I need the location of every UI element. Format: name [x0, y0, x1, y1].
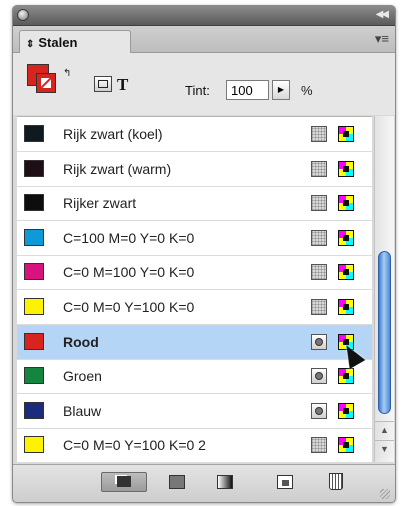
swatch-row[interactable]: Groen: [17, 359, 372, 395]
process-color-icon: [311, 229, 327, 246]
spot-color-icon: [311, 368, 327, 385]
swatch-row[interactable]: Rood: [17, 324, 372, 360]
tab-swatches[interactable]: ⇕ Stalen: [19, 30, 131, 53]
cmyk-mode-icon: [338, 160, 354, 177]
color-chip: [24, 194, 44, 212]
swatch-name: Rijk zwart (warm): [63, 160, 172, 177]
formatting-affects-text-button[interactable]: T: [117, 75, 128, 95]
swatch-row[interactable]: Rijk zwart (koel): [17, 117, 372, 152]
color-chip: [24, 367, 44, 385]
color-chip: [24, 436, 44, 454]
swatch-toolbar: ↰ T Tint: ▶ %: [13, 53, 395, 115]
tint-unit: %: [301, 83, 313, 98]
new-swatch-icon[interactable]: [277, 475, 293, 489]
process-color-icon: [311, 264, 327, 281]
swatch-name: Rijk zwart (koel): [63, 126, 163, 142]
swatch-name: Groen: [63, 368, 102, 385]
swatch-name: C=0 M=100 Y=0 K=0: [63, 264, 195, 281]
swatch-name: C=0 M=0 Y=100 K=0: [63, 299, 195, 315]
swap-fill-stroke-icon[interactable]: ↰: [63, 68, 71, 79]
swatch-name: Blauw: [63, 402, 102, 419]
scroll-down-icon[interactable]: ▼: [375, 440, 394, 458]
swatch-name: Rijker zwart: [63, 195, 137, 212]
collapse-icon[interactable]: ◀◀: [376, 8, 389, 22]
spot-color-icon: [311, 333, 327, 350]
cmyk-mode-icon: [338, 402, 354, 419]
formatting-affects-container-button[interactable]: [94, 76, 112, 92]
tint-slider-button[interactable]: ▶: [272, 80, 290, 100]
swatch-list: Rijk zwart (koel) Rijk zwart (warm) Rijker…: [17, 116, 372, 464]
color-chip: [24, 332, 44, 350]
cmyk-mode-icon: [338, 229, 354, 246]
swatches-panel: ◀◀ ⇕Stalen ▾≡ ↰ T Tint: ▶ % Rijk zwart (…: [12, 5, 396, 503]
scrollbar[interactable]: ▲ ▼: [374, 116, 394, 462]
swatch-name: Rood: [63, 333, 99, 350]
fill-stroke-selector[interactable]: ↰: [27, 64, 71, 98]
process-color-icon: [311, 126, 327, 142]
color-chip: [24, 298, 44, 315]
panel-titlebar[interactable]: ◀◀: [13, 6, 395, 26]
process-color-icon: [311, 299, 327, 315]
process-color-icon: [311, 437, 327, 454]
panel-menu-icon[interactable]: ▾≡: [375, 31, 389, 47]
swatch-row[interactable]: C=100 M=0 Y=0 K=0: [17, 221, 372, 256]
show-all-swatches-icon[interactable]: [101, 472, 147, 492]
trash-icon[interactable]: [329, 473, 343, 490]
process-color-icon: [311, 195, 327, 212]
scroll-up-icon[interactable]: ▲: [375, 421, 394, 439]
swatch-row[interactable]: Rijk zwart (warm): [17, 152, 372, 187]
panel-footer: [13, 464, 395, 502]
cmyk-mode-icon: [338, 264, 354, 281]
swatch-row[interactable]: C=0 M=0 Y=100 K=0: [17, 290, 372, 325]
cmyk-mode-icon: [338, 299, 354, 315]
color-chip: [24, 228, 44, 246]
updown-arrows-icon: ⇕: [26, 39, 35, 50]
color-chip: [24, 125, 44, 142]
tint-label: Tint:: [185, 83, 210, 98]
cmyk-mode-icon: [338, 368, 354, 385]
tint-input[interactable]: [226, 80, 269, 100]
color-chip: [24, 263, 44, 281]
show-gradient-swatches-icon[interactable]: [217, 475, 233, 489]
swatch-row[interactable]: Rijker zwart: [17, 186, 372, 222]
cmyk-mode-icon: [338, 126, 354, 142]
spot-color-icon: [311, 402, 327, 419]
stroke-swatch-icon[interactable]: [36, 73, 56, 93]
swatch-row[interactable]: C=0 M=0 Y=100 K=0 2: [17, 428, 372, 464]
color-chip: [24, 401, 44, 419]
cmyk-mode-icon: [338, 437, 354, 454]
close-button[interactable]: [17, 9, 29, 21]
process-color-icon: [311, 160, 327, 177]
resize-grip-icon[interactable]: [380, 489, 390, 499]
tab-label: Stalen: [38, 35, 78, 50]
swatch-row[interactable]: Blauw: [17, 394, 372, 429]
scroll-thumb[interactable]: [378, 251, 391, 414]
swatch-row[interactable]: C=0 M=100 Y=0 K=0: [17, 255, 372, 291]
show-color-swatches-icon[interactable]: [169, 475, 185, 489]
color-chip: [24, 159, 44, 177]
cmyk-mode-icon: [338, 195, 354, 212]
swatch-name: C=0 M=0 Y=100 K=0 2: [63, 437, 206, 454]
swatch-name: C=100 M=0 Y=0 K=0: [63, 229, 195, 246]
tab-strip: ⇕ Stalen ▾≡: [13, 26, 395, 53]
